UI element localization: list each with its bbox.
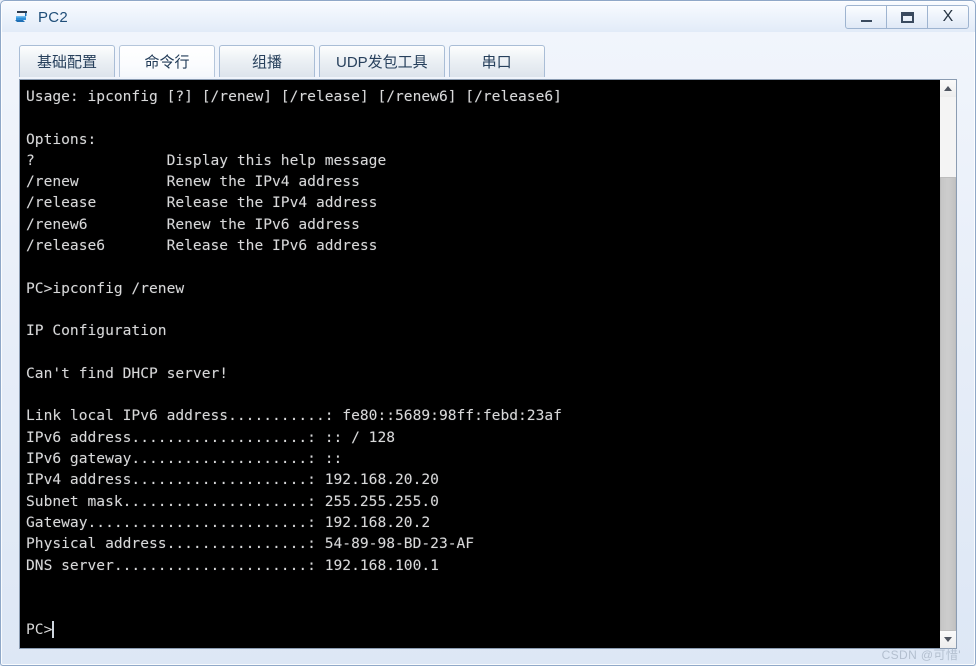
- pc-device-icon: [12, 7, 32, 27]
- maximize-icon: [900, 11, 914, 23]
- minimize-icon: [860, 19, 872, 22]
- terminal-output-area[interactable]: Usage: ipconfig [?] [/renew] [/release] …: [20, 80, 939, 648]
- terminal-text: Usage: ipconfig [?] [/renew] [/release] …: [26, 88, 562, 574]
- scroll-down-arrow-icon: [944, 637, 952, 642]
- close-icon: X: [942, 8, 954, 25]
- scrollbar-thumb[interactable]: [940, 177, 956, 631]
- window-title: PC2: [38, 8, 69, 26]
- tab-label: 基础配置: [36, 54, 97, 71]
- tab-label: 串口: [481, 54, 512, 71]
- tab-serial-port[interactable]: 串口: [448, 45, 545, 77]
- pc2-window: PC2 X 基础配置 命令行 组播 UDP发包工具 串口 Usage: ipco…: [0, 0, 976, 666]
- scroll-up-button[interactable]: [940, 80, 956, 97]
- text-cursor: [52, 620, 55, 638]
- watermark-text: CSDN @可惜': [881, 648, 961, 662]
- vertical-scrollbar[interactable]: [939, 80, 956, 648]
- tab-bar: 基础配置 命令行 组播 UDP发包工具 串口: [19, 43, 549, 77]
- minimize-button[interactable]: [845, 5, 887, 29]
- tab-label: 命令行: [144, 54, 190, 71]
- scrollbar-track[interactable]: [940, 97, 956, 631]
- tab-label: UDP发包工具: [336, 54, 428, 71]
- window-controls: X: [845, 5, 969, 29]
- tab-multicast[interactable]: 组播: [219, 45, 315, 77]
- prompt-label: PC>: [26, 620, 53, 638]
- console-panel: Usage: ipconfig [?] [/renew] [/release] …: [19, 79, 957, 649]
- title-bar: PC2 X: [2, 2, 975, 32]
- tab-udp-tool[interactable]: UDP发包工具: [319, 45, 445, 77]
- scroll-up-arrow-icon: [944, 86, 952, 91]
- maximize-button[interactable]: [886, 5, 928, 29]
- close-button[interactable]: X: [927, 5, 969, 29]
- command-prompt-line[interactable]: PC>: [26, 619, 55, 640]
- tab-label: 组播: [251, 54, 282, 71]
- tab-command-line[interactable]: 命令行: [119, 45, 215, 77]
- tab-basic-config[interactable]: 基础配置: [19, 45, 115, 77]
